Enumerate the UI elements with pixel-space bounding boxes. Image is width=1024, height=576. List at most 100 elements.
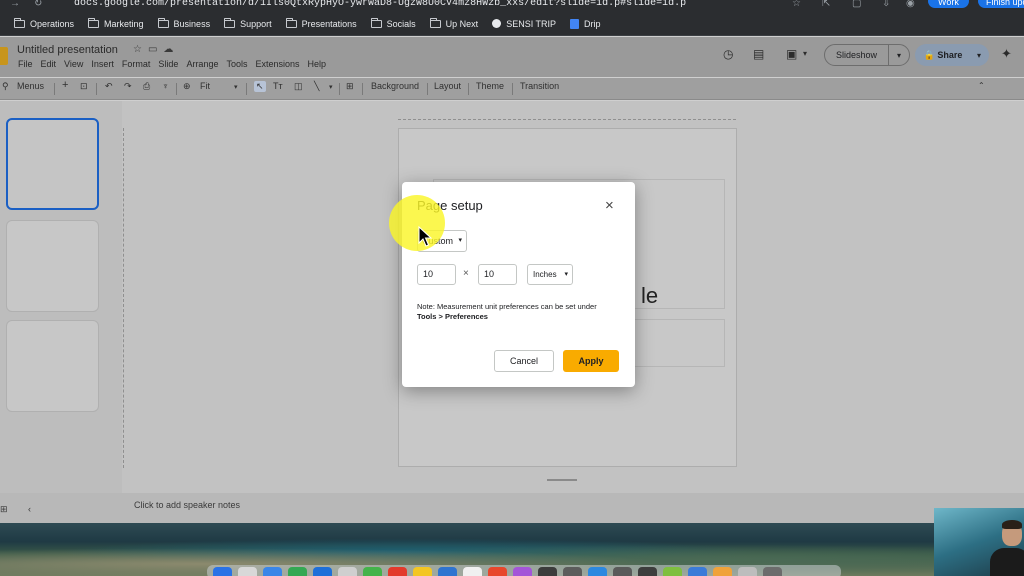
shape-icon[interactable]: ◫ <box>294 81 303 92</box>
gemini-sparkle-icon[interactable]: ✦ <box>1001 46 1012 62</box>
reload-icon[interactable]: ↻ <box>34 0 42 9</box>
profile-button[interactable]: Work <box>928 0 969 8</box>
dock-app-icon[interactable] <box>388 567 407 576</box>
paint-format-icon[interactable]: ♆ <box>162 81 169 91</box>
menu-help[interactable]: Help <box>308 59 327 69</box>
collapse-toolbar-icon[interactable]: ⌃ <box>978 81 985 90</box>
dock-app-icon[interactable] <box>638 567 657 576</box>
menu-arrange[interactable]: Arrange <box>186 59 218 69</box>
menu-slide[interactable]: Slide <box>158 59 178 69</box>
slideshow-label[interactable]: Slideshow <box>825 45 889 65</box>
dock-app-icon[interactable] <box>338 567 357 576</box>
collapse-filmstrip-icon[interactable]: ‹ <box>28 504 31 514</box>
bookmark-socials[interactable]: Socials <box>370 17 416 29</box>
version-history-icon[interactable]: ◷ <box>723 47 733 61</box>
document-title[interactable]: Untitled presentation <box>17 44 118 56</box>
dock-app-icon[interactable] <box>363 567 382 576</box>
download-icon[interactable]: ⇩ <box>882 0 890 9</box>
unit-select[interactable]: Inches ▾ <box>527 264 573 285</box>
dock-app-icon[interactable] <box>713 567 732 576</box>
bookmark-star-icon[interactable]: ☆ <box>792 0 801 9</box>
meet-dropdown-icon[interactable]: ▾ <box>803 49 807 58</box>
dock-app-icon[interactable] <box>538 567 557 576</box>
dock-app-icon[interactable] <box>413 567 432 576</box>
dock-app-icon[interactable] <box>288 567 307 576</box>
bookmark-operations[interactable]: Operations <box>14 17 74 29</box>
comment-add-icon[interactable]: ⊞ <box>346 81 354 92</box>
menu-extensions[interactable]: Extensions <box>255 59 299 69</box>
dock-app-icon[interactable] <box>213 567 232 576</box>
slide-thumbnail-2[interactable] <box>6 220 99 312</box>
speaker-notes-input[interactable]: Click to add speaker notes <box>134 500 240 510</box>
select-cursor-icon[interactable]: ↖ <box>254 81 266 92</box>
bookmark-support[interactable]: Support <box>224 17 272 29</box>
dock-app-icon[interactable] <box>263 567 282 576</box>
menu-edit[interactable]: Edit <box>41 59 57 69</box>
extensions-icon[interactable]: ⇱ <box>822 0 830 9</box>
bookmark-marketing[interactable]: Marketing <box>88 17 144 29</box>
menu-insert[interactable]: Insert <box>91 59 114 69</box>
dock-app-icon[interactable] <box>613 567 632 576</box>
bookmark-sensi-trip[interactable]: SENSI TRIP <box>492 19 556 29</box>
notes-resize-handle[interactable] <box>547 479 577 481</box>
bookmark-drip[interactable]: Drip <box>570 18 601 29</box>
cloud-status-icon[interactable]: ☁ <box>163 44 173 55</box>
comments-icon[interactable]: ▤ <box>753 47 764 61</box>
dock-app-icon[interactable] <box>463 567 482 576</box>
text-box-icon[interactable]: Tт <box>273 81 283 91</box>
bookmark-presentations[interactable]: Presentations <box>285 17 357 29</box>
star-icon[interactable]: ☆ <box>133 44 142 55</box>
height-input[interactable]: 10 <box>478 264 517 285</box>
dock-app-icon[interactable] <box>238 567 257 576</box>
layout-button[interactable]: Layout <box>434 81 461 91</box>
dock-app-icon[interactable] <box>588 567 607 576</box>
finish-update-button[interactable]: Finish update <box>978 0 1024 8</box>
zoom-select[interactable]: Fit <box>200 81 210 91</box>
dock-app-icon[interactable] <box>663 567 682 576</box>
new-slide-icon[interactable]: + <box>62 79 68 91</box>
menu-file[interactable]: File <box>18 59 33 69</box>
address-bar[interactable]: docs.google.com/presentation/d/1Ils0QtxR… <box>74 0 686 9</box>
line-icon[interactable]: ╲ <box>314 81 319 92</box>
bookmark-up-next[interactable]: Up Next <box>429 17 478 29</box>
dock-app-icon[interactable] <box>688 567 707 576</box>
background-button[interactable]: Background <box>371 81 419 91</box>
cancel-button[interactable]: Cancel <box>494 350 554 372</box>
grid-view-icon[interactable]: ⊞ <box>0 504 8 515</box>
dock-app-icon[interactable] <box>513 567 532 576</box>
share-dropdown-icon[interactable]: ▾ <box>971 51 987 60</box>
dock-app-icon[interactable] <box>313 567 332 576</box>
transition-button[interactable]: Transition <box>520 81 559 91</box>
line-dropdown-icon[interactable]: ▾ <box>329 83 333 91</box>
profile-avatar-icon[interactable]: ◉ <box>906 0 915 9</box>
undo-icon[interactable]: ↶ <box>105 81 113 92</box>
move-folder-icon[interactable]: ▭ <box>148 44 157 55</box>
menus-search[interactable]: Menus <box>17 81 44 91</box>
lens-icon[interactable]: ▢ <box>852 0 861 9</box>
dock-app-icon[interactable] <box>738 567 757 576</box>
slides-logo-icon[interactable] <box>0 47 8 65</box>
share-button[interactable]: 🔒 Share ▾ <box>915 44 989 66</box>
theme-button[interactable]: Theme <box>476 81 504 91</box>
menu-tools[interactable]: Tools <box>226 59 247 69</box>
print-icon[interactable]: ⎙ <box>143 81 150 92</box>
redo-icon[interactable]: ↷ <box>124 81 132 92</box>
new-slide-layout-icon[interactable]: ⊡ <box>80 81 88 92</box>
menus-search-icon[interactable]: ⚲ <box>2 81 9 92</box>
share-label[interactable]: 🔒 Share <box>915 45 971 65</box>
dock-app-icon[interactable] <box>563 567 582 576</box>
menu-view[interactable]: View <box>64 59 83 69</box>
slide-thumbnail-3[interactable] <box>6 320 99 412</box>
dock-app-icon[interactable] <box>488 567 507 576</box>
dock-app-icon[interactable] <box>763 567 782 576</box>
apply-button[interactable]: Apply <box>563 350 619 372</box>
zoom-icon[interactable]: ⊕ <box>183 81 191 92</box>
slideshow-dropdown-icon[interactable]: ▾ <box>889 51 909 60</box>
width-input[interactable]: 10 <box>417 264 456 285</box>
bookmark-business[interactable]: Business <box>157 17 210 29</box>
forward-icon[interactable]: → <box>10 0 20 9</box>
dock-app-icon[interactable] <box>438 567 457 576</box>
close-icon[interactable]: × <box>605 197 614 214</box>
slideshow-button[interactable]: Slideshow ▾ <box>824 44 910 66</box>
zoom-dropdown-icon[interactable]: ▾ <box>234 83 238 91</box>
